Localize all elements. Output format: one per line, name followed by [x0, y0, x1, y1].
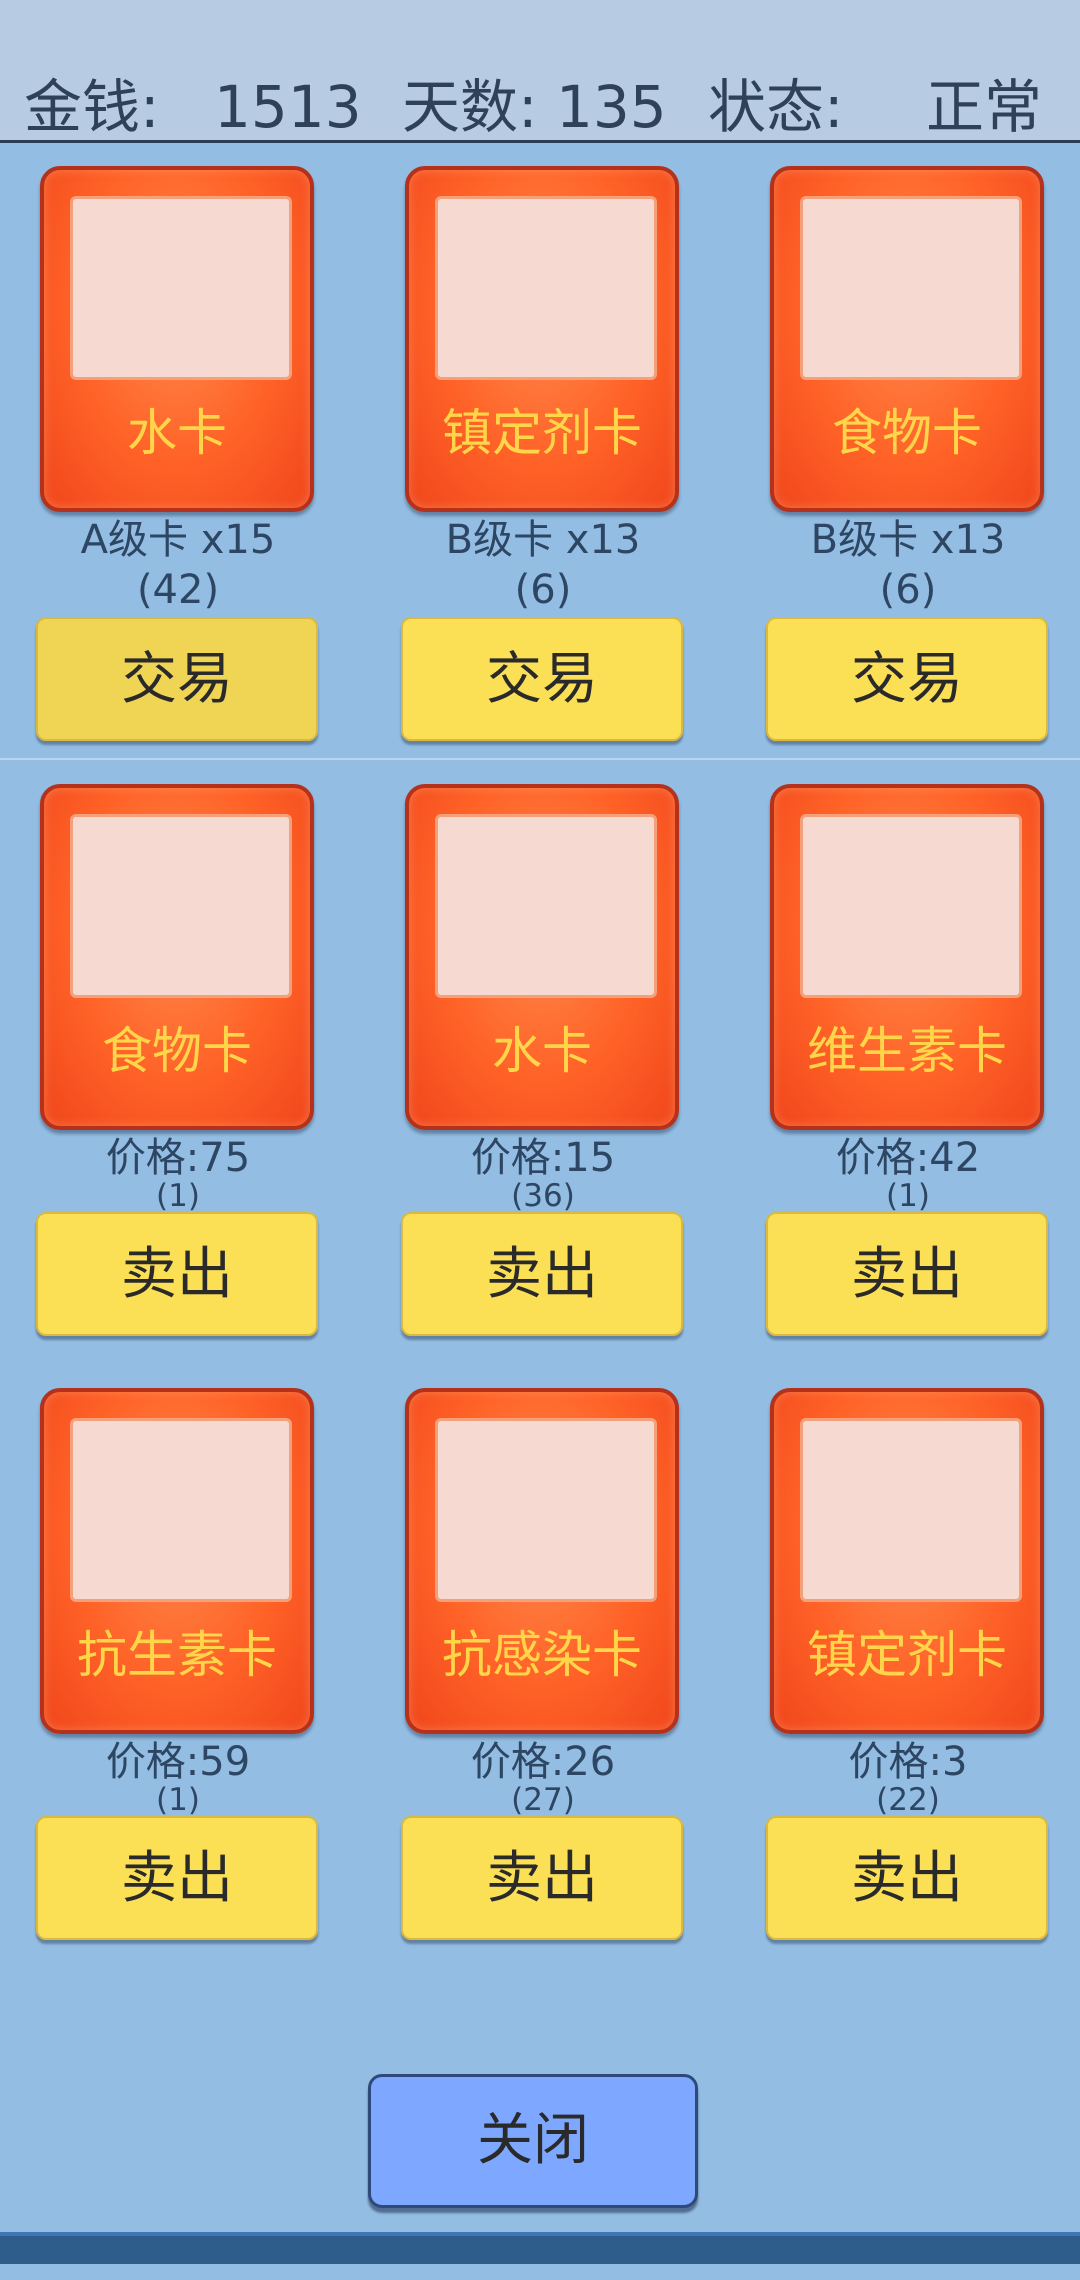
sell-card[interactable]: 镇定剂卡 [770, 1388, 1044, 1734]
days-label: 天数: [402, 73, 538, 141]
card-image [435, 196, 657, 380]
card-image [435, 1418, 657, 1602]
card-price: 价格:3 [848, 1739, 968, 1785]
sell-button[interactable]: 卖出 [36, 1212, 318, 1336]
card-name: 镇定剂卡 [442, 404, 642, 462]
card-count: (36) [511, 1178, 575, 1214]
card-image [800, 814, 1022, 998]
card-image [70, 814, 292, 998]
section-divider [0, 758, 1080, 760]
card-image [800, 1418, 1022, 1602]
card-count: (1) [156, 1782, 200, 1818]
trade-card[interactable]: 镇定剂卡 [405, 166, 679, 512]
money-value: 1513 [214, 73, 362, 141]
card-count: (1) [156, 1178, 200, 1214]
trade-button[interactable]: 交易 [36, 617, 318, 741]
card-name: 维生素卡 [807, 1022, 1007, 1080]
trade-button[interactable]: 交易 [401, 617, 683, 741]
card-price: 价格:42 [835, 1135, 981, 1181]
sell-card[interactable]: 抗感染卡 [405, 1388, 679, 1734]
status-bar: 金钱: 1513 天数: 135 状态: 正常 [0, 0, 1080, 143]
sell-button[interactable]: 卖出 [36, 1816, 318, 1940]
sell-card[interactable]: 维生素卡 [770, 784, 1044, 1130]
close-button[interactable]: 关闭 [368, 2074, 698, 2208]
card-image [800, 196, 1022, 380]
status-value: 正常 [926, 73, 1043, 141]
card-price: 价格:26 [470, 1739, 616, 1785]
trade-button[interactable]: 交易 [766, 617, 1048, 741]
card-name: 食物卡 [832, 404, 982, 462]
card-count: (27) [511, 1782, 575, 1818]
card-image [70, 196, 292, 380]
days-value: 135 [556, 73, 667, 141]
card-name: 食物卡 [102, 1022, 252, 1080]
bottom-bar [0, 2232, 1080, 2264]
card-name: 镇定剂卡 [807, 1626, 1007, 1684]
card-count: (1) [886, 1178, 930, 1214]
card-price: 价格:15 [470, 1135, 616, 1181]
card-count: (6) [879, 567, 937, 613]
sell-card[interactable]: 抗生素卡 [40, 1388, 314, 1734]
card-count: (22) [876, 1782, 940, 1818]
card-count: (6) [514, 567, 572, 613]
sell-card[interactable]: 食物卡 [40, 784, 314, 1130]
card-name: 水卡 [127, 404, 227, 462]
card-grade: A级卡 x15 [80, 517, 276, 563]
card-name: 水卡 [492, 1022, 592, 1080]
status-label: 状态: [708, 73, 844, 141]
card-price: 价格:59 [105, 1739, 251, 1785]
sell-card[interactable]: 水卡 [405, 784, 679, 1130]
money-label: 金钱: [24, 73, 160, 141]
card-name: 抗感染卡 [442, 1626, 642, 1684]
sell-button[interactable]: 卖出 [766, 1212, 1048, 1336]
card-count: (42) [136, 567, 220, 613]
card-price: 价格:75 [105, 1135, 251, 1181]
sell-button[interactable]: 卖出 [766, 1816, 1048, 1940]
card-grade: B级卡 x13 [810, 517, 1006, 563]
sell-button[interactable]: 卖出 [401, 1816, 683, 1940]
trade-card[interactable]: 水卡 [40, 166, 314, 512]
card-name: 抗生素卡 [77, 1626, 277, 1684]
card-image [70, 1418, 292, 1602]
sell-button[interactable]: 卖出 [401, 1212, 683, 1336]
card-grade: B级卡 x13 [445, 517, 641, 563]
card-image [435, 814, 657, 998]
trade-card[interactable]: 食物卡 [770, 166, 1044, 512]
